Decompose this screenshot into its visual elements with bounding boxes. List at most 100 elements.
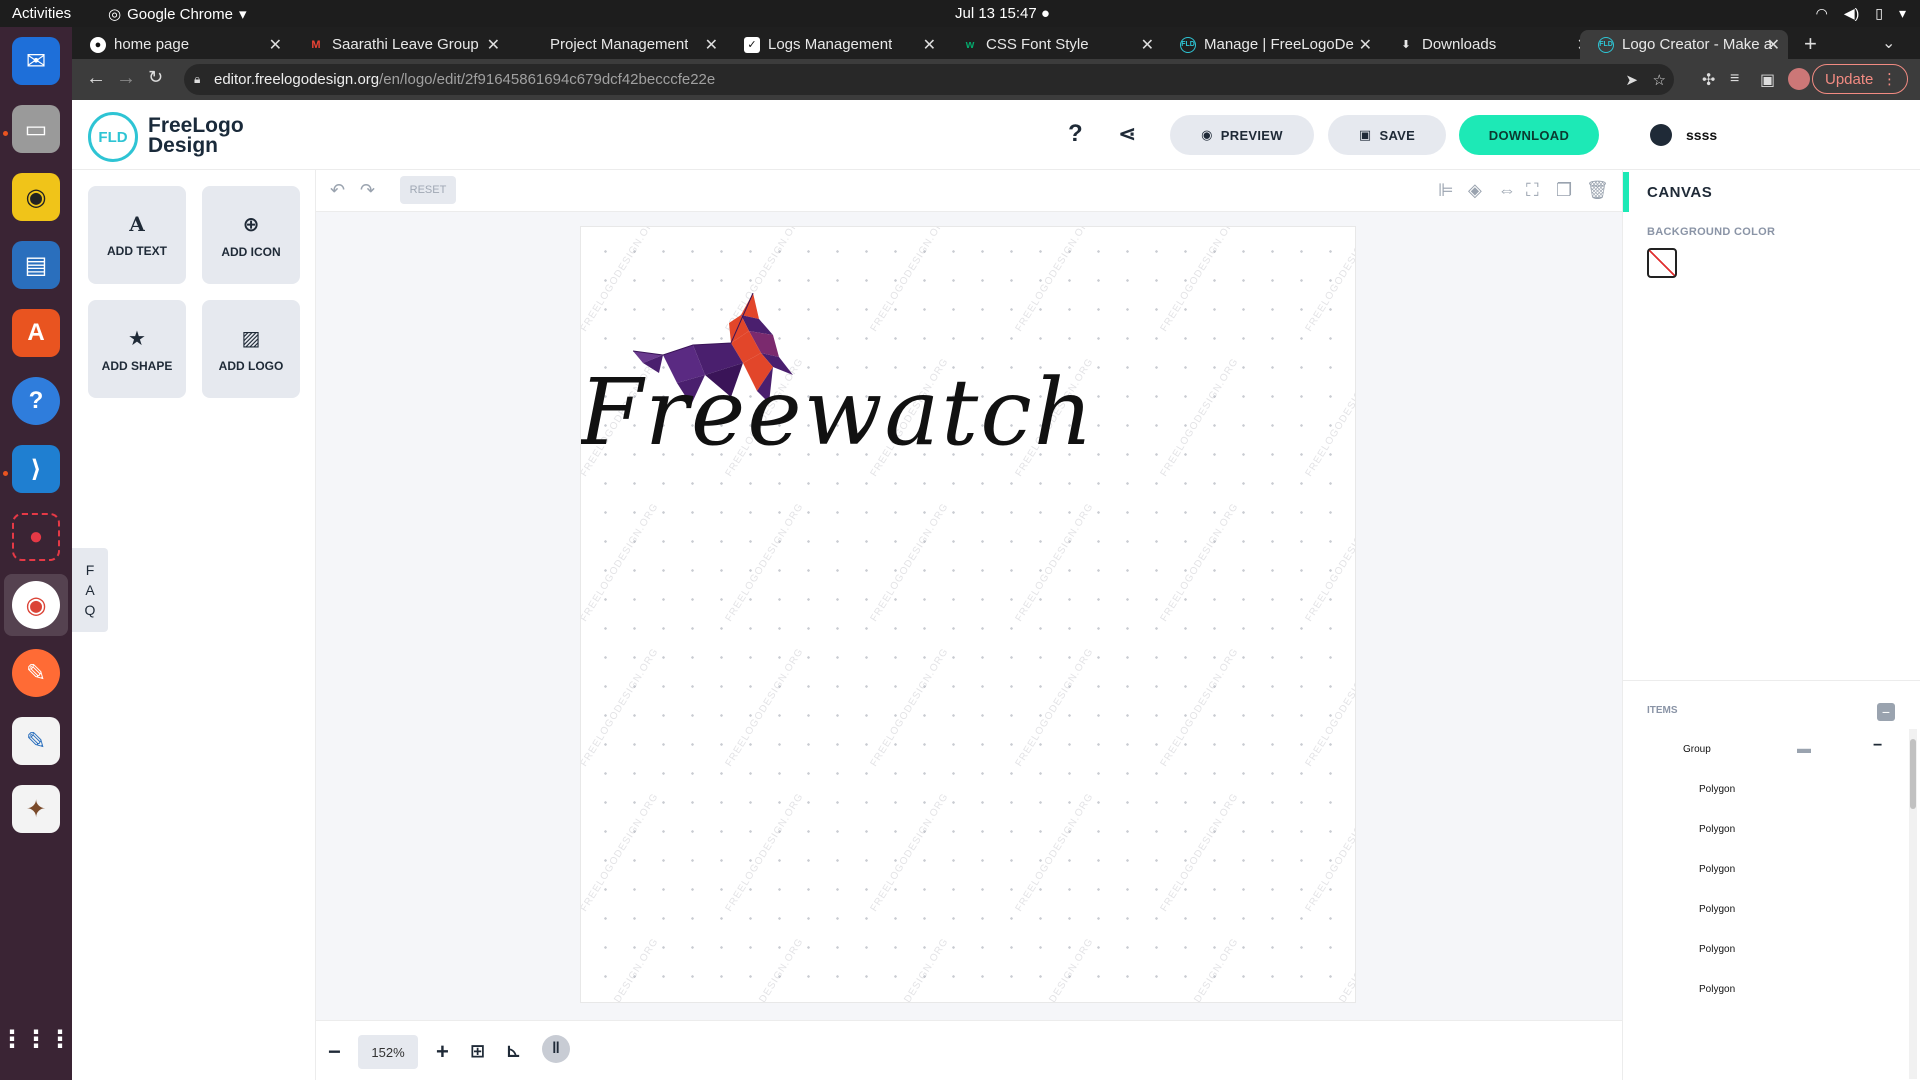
rhythmbox-icon[interactable]: ◉ [12,173,60,221]
watermark-text: FREELOGODESIGN.ORG [1158,791,1241,914]
canvas-toolbar: ↶ ↷ RESET ⊫ ◈ ⇔ ⛶ ❐ 🗑︎ [316,170,1622,212]
system-tray[interactable]: ◠ ◀) ▯ ▾ [1816,5,1906,22]
close-icon[interactable]: ✕ [1767,35,1780,55]
reload-icon[interactable]: ↻ [148,67,163,88]
tab-css-font-style[interactable]: w CSS Font Style ✕ [944,30,1162,59]
add-text-button[interactable]: A ADD TEXT [88,186,186,284]
media-icon[interactable]: ≡ [1730,70,1739,88]
trash-icon[interactable]: 🗑︎ [1586,180,1609,201]
postman-icon[interactable]: ✎ [12,649,60,697]
background-color-swatch[interactable] [1647,248,1677,278]
watermark-text: FREELOGODESIGN.ORG [1303,356,1356,479]
side-panel-icon[interactable]: ▣ [1760,70,1775,90]
collapse-icon[interactable]: − [1877,703,1895,721]
item-polygon[interactable]: Polygon [1699,904,1735,915]
tab-project-management[interactable]: Project Management ✕ [508,30,726,59]
folder-icon[interactable]: ▬ [1797,740,1811,756]
grid-icon[interactable]: ⊞ [470,1041,485,1062]
items-scrollbar[interactable] [1909,729,1917,1079]
user-menu[interactable]: ssss [1650,124,1717,146]
flip-icon[interactable]: ⇔ [1498,180,1516,201]
forward-icon[interactable]: → [116,67,136,90]
add-logo-button[interactable]: ▨ ADD LOGO [202,300,300,398]
files-icon[interactable]: ▭ [12,105,60,153]
item-polygon[interactable]: Polygon [1699,984,1735,995]
close-icon[interactable]: ✕ [923,35,936,55]
close-icon[interactable]: ✕ [1141,35,1154,55]
watermark-text: FREELOGODESIGN.ORG [723,791,806,914]
tab-manage-freelogodesign[interactable]: FLD Manage | FreeLogoDe ✕ [1162,30,1380,59]
faq-tab[interactable]: F A Q [72,548,108,632]
update-button[interactable]: Update ⋮ [1812,64,1908,94]
screen-recorder-icon[interactable]: ● [12,513,60,561]
item-polygon[interactable]: Polygon [1699,784,1735,795]
item-polygon[interactable]: Polygon [1699,824,1735,835]
save-label: SAVE [1379,127,1416,143]
text-editor-icon[interactable]: ✎ [12,717,60,765]
software-center-icon[interactable]: A [12,309,60,357]
minus-icon[interactable]: − [1873,737,1882,755]
add-shape-label: ADD SHAPE [101,358,173,373]
watermark-text: FREELOGODESIGN.ORG [1013,646,1096,769]
profile-avatar[interactable] [1788,68,1810,90]
new-tab-icon[interactable]: + [1804,31,1817,57]
download-button[interactable]: DOWNLOAD [1459,115,1599,155]
close-icon[interactable]: ✕ [269,35,282,55]
close-icon[interactable]: ✕ [1359,35,1372,55]
undo-icon[interactable]: ↶ [330,180,345,201]
share-icon[interactable]: ➤ [1625,71,1638,89]
tab-search-icon[interactable]: ⌄ [1882,33,1895,53]
back-icon[interactable]: ← [86,67,106,90]
item-polygon[interactable]: Polygon [1699,864,1735,875]
text-icon: A [129,212,145,236]
thunderbird-icon[interactable]: ✉ [12,37,60,85]
extensions-icon[interactable]: ✣ [1702,70,1715,90]
item-polygon[interactable]: Polygon [1699,944,1735,955]
canvas-workspace: ↶ ↷ RESET ⊫ ◈ ⇔ ⛶ ❐ 🗑︎ FREELOGODESIGN.OR… [316,170,1622,1020]
update-label: Update [1825,70,1874,88]
ruler-icon[interactable]: ⊾ [506,1041,521,1062]
writer-icon[interactable]: ▤ [12,241,60,289]
gimp-icon[interactable]: ✦ [12,785,60,833]
layers-icon[interactable]: ◈ [1468,180,1482,201]
crop-icon[interactable]: ⛶ [1526,180,1539,201]
tab-saarathi-leave-group[interactable]: M Saarathi Leave Group ✕ [290,30,508,59]
share-icon[interactable]: ⋖ [1118,121,1136,147]
fld-logo-text[interactable]: FreeLogo Design [148,115,244,156]
tab-logs-management[interactable]: ✓ Logs Management ✕ [726,30,944,59]
watermark-text: FREELOGODESIGN.ORG [1013,936,1096,1003]
zoom-out-icon[interactable]: − [328,1039,341,1065]
item-group[interactable]: Group [1683,744,1711,755]
app-menu[interactable]: ◎ Google Chrome ▾ [108,5,247,24]
tab-downloads[interactable]: ⬇ Downloads ✕ [1380,30,1598,59]
vscode-icon[interactable]: ⟩ [12,445,60,493]
clock[interactable]: Jul 13 15:47 ● [955,5,1050,22]
tab-logo-creator[interactable]: FLD Logo Creator - Make a ✕ [1580,30,1788,59]
chrome-icon[interactable]: ◉ [12,581,60,629]
save-button[interactable]: ▣ SAVE [1328,115,1446,155]
redo-icon[interactable]: ↷ [360,180,375,201]
align-icon[interactable]: ⊫ [1438,180,1454,201]
logo-artboard[interactable]: FREELOGODESIGN.ORG FREELOGODESIGN.ORG FREE… [580,226,1356,1003]
address-bar[interactable]: 🔒︎ editor.freelogodesign.org/en/logo/edi… [184,64,1674,95]
fld-logo-mark[interactable]: FLD [88,112,138,162]
brand-name-text[interactable]: Freewatch [581,359,1095,466]
tab-home-page[interactable]: ● home page ✕ [72,30,290,59]
close-icon[interactable]: ✕ [705,35,718,55]
guides-toggle-icon[interactable]: ‖ [542,1035,570,1063]
duplicate-icon[interactable]: ❐ [1556,180,1572,201]
reset-button[interactable]: RESET [400,176,456,204]
scrollbar-thumb[interactable] [1910,739,1916,809]
add-shape-button[interactable]: ★ ADD SHAPE [88,300,186,398]
show-apps-icon[interactable]: ⋮⋮⋮ [0,1015,72,1063]
zoom-level[interactable]: 152% [358,1035,418,1069]
close-icon[interactable]: ✕ [487,35,500,55]
zoom-in-icon[interactable]: + [436,1039,449,1065]
help-icon[interactable]: ? [1068,120,1083,148]
gmail-icon: M [311,38,321,51]
activities-button[interactable]: Activities [12,5,71,22]
add-icon-button[interactable]: ⊕ ADD ICON [202,186,300,284]
bookmark-star-icon[interactable]: ☆ [1653,71,1666,89]
help-icon[interactable]: ? [12,377,60,425]
preview-button[interactable]: ◉ PREVIEW [1170,115,1314,155]
